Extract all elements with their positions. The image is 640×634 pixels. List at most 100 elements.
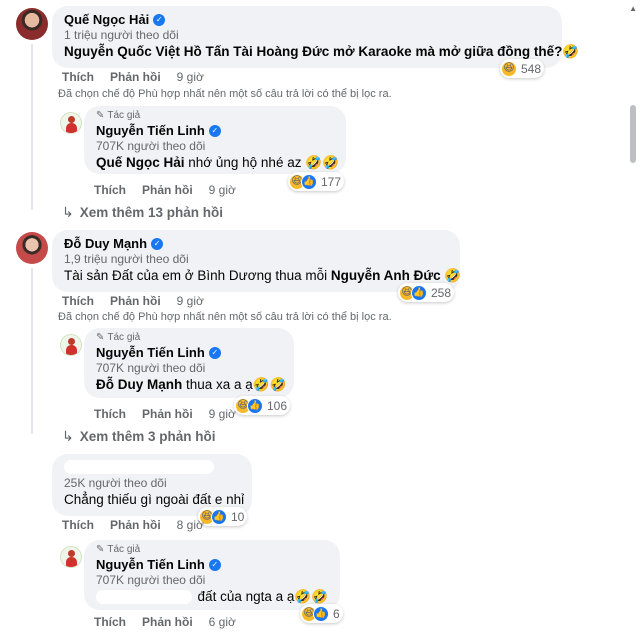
like-link[interactable]: Thích (94, 407, 126, 421)
reply-text: Đỗ Duy Mạnh thua xa a ạ🤣🤣 (96, 377, 286, 393)
reaction-count: 258 (431, 285, 452, 300)
like-icon: 👍 (247, 397, 263, 414)
like-icon: 👍 (211, 508, 227, 525)
like-link[interactable]: Thích (94, 615, 126, 629)
thread-line (31, 44, 33, 210)
reaction-summary[interactable]: 😆 548 (500, 59, 545, 78)
scroll-up-icon[interactable]: ▲ (629, 4, 637, 13)
comment-text: Chẳng thiếu gì ngoài đất e nhỉ (64, 492, 245, 507)
reply-author[interactable]: Nguyễn Tiến Linh ✓ (96, 557, 328, 572)
mention-link[interactable]: Đỗ Duy Mạnh (96, 377, 182, 392)
mention-link[interactable]: Nguyễn Anh Đức (331, 268, 441, 283)
reply-link[interactable]: Phản hồi (142, 615, 193, 629)
author-tag-label: Tác giả (107, 544, 141, 555)
comment-author[interactable]: Quế Ngọc Hải ✓ (64, 12, 550, 27)
like-link[interactable]: Thích (62, 518, 94, 532)
verified-badge-icon: ✓ (153, 13, 166, 26)
reaction-summary[interactable]: 😆 👍 10 (198, 507, 248, 526)
like-icon: 👍 (313, 605, 329, 622)
avatar-nguyen-tien-linh[interactable] (60, 112, 82, 134)
avatar-nguyen-tien-linh[interactable] (60, 334, 82, 356)
reply-author[interactable]: Nguyễn Tiến Linh ✓ (96, 345, 282, 360)
timestamp[interactable]: 8 giờ (177, 518, 204, 532)
avatar-nguyen-tien-linh[interactable] (60, 546, 82, 568)
mention-link[interactable]: Quế Ngọc Hải (96, 155, 185, 170)
reaction-count: 10 (231, 509, 245, 524)
avatar-que-ngoc-hai[interactable] (16, 8, 48, 40)
comment-text: Tài sản Đất của em ở Bình Dương thua mỗi… (64, 268, 461, 284)
like-link[interactable]: Thích (62, 70, 94, 84)
like-link[interactable]: Thích (94, 183, 126, 197)
view-more-replies[interactable]: ↳ Xem thêm 3 phản hồi (62, 428, 216, 445)
reply-link[interactable]: Phản hồi (110, 518, 161, 532)
reply-link[interactable]: Phản hồi (142, 407, 193, 421)
reply-actions: Thích Phản hồi 6 giờ (94, 615, 236, 629)
reply-author[interactable]: Nguyễn Tiến Linh ✓ (96, 123, 334, 138)
comment-text-body: Tài sản Đất của em ở Bình Dương thua mỗi (64, 268, 331, 283)
view-more-label[interactable]: Xem thêm 3 phản hồi (80, 429, 216, 444)
comment-text-emoji: 🤣 (440, 268, 462, 283)
like-icon: 👍 (411, 284, 427, 301)
verified-badge-icon: ✓ (208, 558, 221, 571)
follower-count: 25K người theo dõi (64, 476, 167, 490)
timestamp[interactable]: 6 giờ (209, 615, 236, 629)
view-more-replies[interactable]: ↳ Xem thêm 13 phản hồi (62, 204, 223, 221)
follower-count: 1 triệu người theo dõi (64, 28, 179, 42)
like-link[interactable]: Thích (62, 294, 94, 308)
reply-text: Quế Ngọc Hải nhớ ủng hộ nhé az 🤣🤣 (96, 155, 339, 171)
comment-actions: Thích Phản hồi 9 giờ (62, 294, 204, 308)
reply-arrow-icon: ↳ (62, 204, 74, 220)
author-tag: ✎ Tác giả (96, 110, 334, 121)
reaction-summary[interactable]: 😆 👍 106 (234, 396, 291, 415)
reply-text-body: nhớ ủng hộ nhé az 🤣🤣 (184, 155, 339, 170)
haha-icon: 😆 (501, 60, 517, 77)
reaction-count: 6 (333, 606, 340, 621)
reply-text: đất của ngta a ạ🤣🤣 (96, 589, 328, 605)
verified-badge-icon: ✓ (151, 237, 164, 250)
reply-text-body: thua xa a ạ🤣🤣 (182, 377, 287, 392)
redacted-author (64, 460, 214, 474)
comment-bubble: Quế Ngọc Hải ✓ 1 triệu người theo dõi Ng… (52, 6, 579, 68)
reply-bubble: ✎ Tác giả Nguyễn Tiến Linh ✓ 707K người … (84, 328, 294, 398)
reaction-count: 548 (521, 61, 542, 76)
reaction-summary[interactable]: 😆 👍 177 (288, 172, 345, 191)
timestamp[interactable]: 9 giờ (209, 183, 236, 197)
reply-bubble: ✎ Tác giả Nguyễn Tiến Linh ✓ 707K người … (84, 540, 340, 610)
comment-actions: Thích Phản hồi 9 giờ (62, 70, 204, 84)
reply-arrow-icon: ↳ (62, 428, 74, 444)
verified-badge-icon: ✓ (208, 346, 221, 359)
author-name[interactable]: Quế Ngọc Hải (64, 12, 149, 27)
follower-count: 707K người theo dõi (96, 139, 206, 153)
view-more-label[interactable]: Xem thêm 13 phản hồi (80, 205, 223, 220)
pencil-icon: ✎ (96, 544, 105, 555)
avatar-do-duy-manh[interactable] (16, 232, 48, 264)
author-name[interactable]: Nguyễn Tiến Linh (96, 123, 205, 138)
follower-count: 707K người theo dõi (96, 573, 206, 587)
pencil-icon: ✎ (96, 332, 105, 343)
verified-badge-icon: ✓ (208, 124, 221, 137)
timestamp[interactable]: 9 giờ (177, 70, 204, 84)
author-name[interactable]: Đỗ Duy Mạnh (64, 236, 147, 251)
reaction-summary[interactable]: 😆 👍 258 (398, 283, 455, 302)
comment-author[interactable]: Đỗ Duy Mạnh ✓ (64, 236, 448, 251)
reaction-summary[interactable]: 😆 👍 6 (300, 604, 343, 623)
scrollbar-thumb[interactable] (630, 105, 636, 163)
reply-actions: Thích Phản hồi 9 giờ (94, 407, 236, 421)
follower-count: 707K người theo dõi (96, 361, 206, 375)
author-tag: ✎ Tác giả (96, 544, 328, 555)
author-name[interactable]: Nguyễn Tiến Linh (96, 557, 205, 572)
comment-actions: Thích Phản hồi 8 giờ (62, 518, 204, 532)
thread-line (31, 268, 33, 434)
reaction-count: 177 (321, 174, 342, 189)
reply-link[interactable]: Phản hồi (110, 294, 161, 308)
author-name[interactable]: Nguyễn Tiến Linh (96, 345, 205, 360)
like-icon: 👍 (301, 173, 317, 190)
timestamp[interactable]: 9 giờ (177, 294, 204, 308)
reaction-count: 106 (267, 398, 288, 413)
author-tag: ✎ Tác giả (96, 332, 282, 343)
timestamp[interactable]: 9 giờ (209, 407, 236, 421)
reply-link[interactable]: Phản hồi (142, 183, 193, 197)
author-tag-label: Tác giả (107, 110, 141, 121)
reply-link[interactable]: Phản hồi (110, 70, 161, 84)
reply-text-body: đất của ngta a ạ🤣🤣 (197, 589, 328, 604)
